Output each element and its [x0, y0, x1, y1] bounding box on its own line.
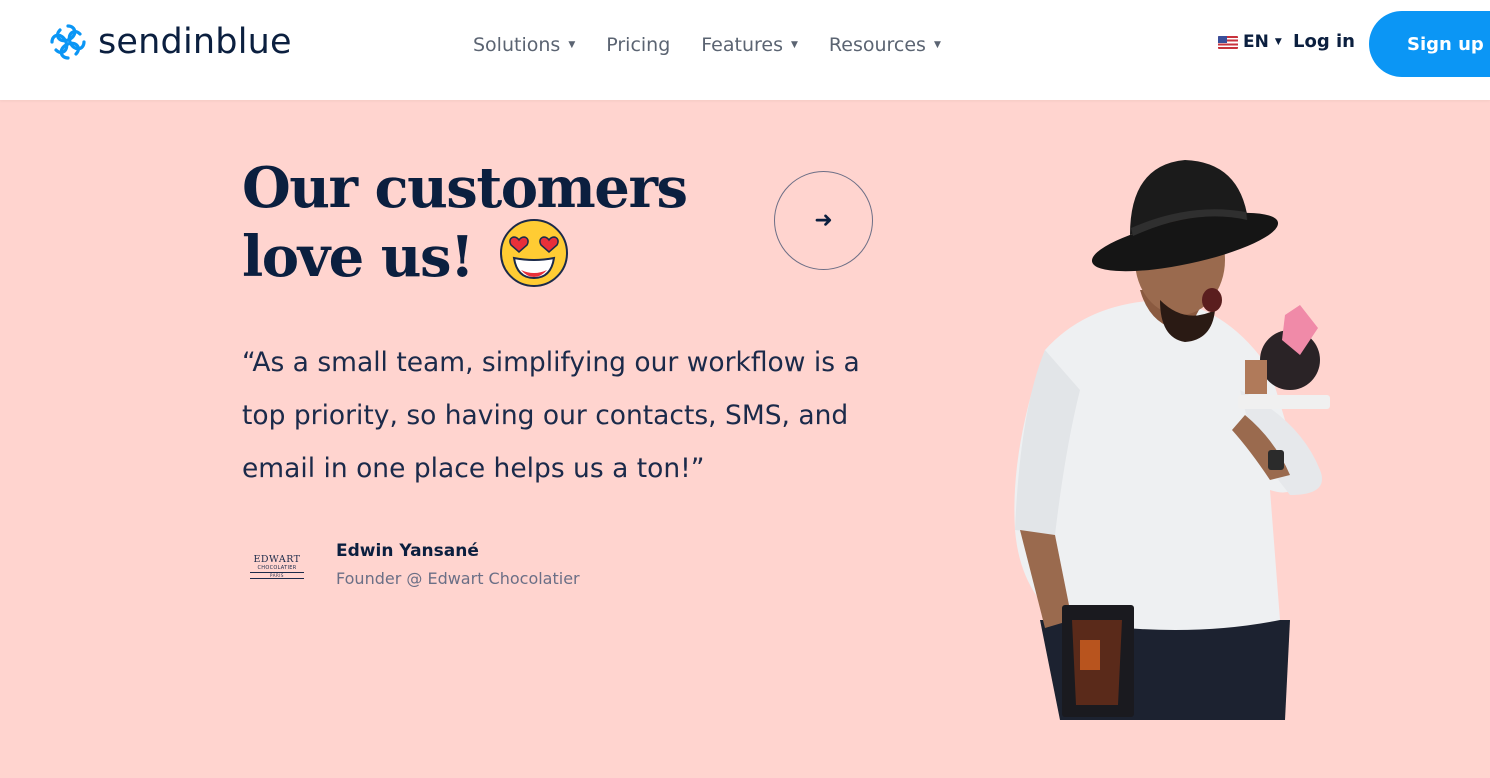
- site-header: sendinblue Solutions ▼ Pricing Features …: [0, 0, 1490, 100]
- language-label: EN: [1243, 32, 1269, 52]
- signup-button[interactable]: Sign up free: [1369, 11, 1490, 77]
- logo-text: sendinblue: [98, 22, 292, 62]
- nav-pricing-label: Pricing: [606, 34, 671, 56]
- next-testimonial-button[interactable]: ➜: [774, 171, 873, 270]
- signup-clip: Sign up free: [1369, 11, 1490, 77]
- signup-label: Sign up free: [1407, 33, 1490, 55]
- language-selector[interactable]: EN ▼: [1218, 32, 1282, 52]
- nav-resources[interactable]: Resources ▼: [829, 34, 941, 56]
- sendinblue-logo[interactable]: sendinblue: [48, 20, 292, 64]
- main-nav: Solutions ▼ Pricing Features ▼ Resources…: [473, 30, 941, 60]
- author-name: Edwin Yansané: [336, 541, 479, 561]
- logo-line-2: CHOCOLATIER: [257, 565, 297, 571]
- caret-down-icon: ▼: [568, 40, 576, 50]
- logo-line-3: PARIS: [250, 572, 304, 579]
- testimonial-quote: “As a small team, simplifying our workfl…: [242, 347, 860, 484]
- edwart-logo: EDWART CHOCOLATIER PARIS: [248, 554, 306, 580]
- nav-solutions[interactable]: Solutions ▼: [473, 34, 575, 56]
- headline-line-1: Our customers: [242, 155, 688, 221]
- nav-resources-label: Resources: [828, 34, 926, 56]
- nav-solutions-label: Solutions: [473, 34, 561, 56]
- login-link[interactable]: Log in: [1293, 31, 1355, 52]
- nav-pricing[interactable]: Pricing: [606, 34, 670, 56]
- sendinblue-logo-icon: [50, 24, 86, 60]
- customer-photo: [1014, 160, 1330, 720]
- caret-down-icon: ▼: [790, 40, 798, 50]
- arrow-right-icon: ➜: [814, 208, 833, 233]
- page-title: Our customers love us!: [242, 158, 712, 288]
- nav-features-label: Features: [701, 34, 783, 56]
- headline-line-2: love us!: [242, 224, 475, 290]
- us-flag-icon: [1218, 35, 1238, 49]
- heart-eyes-emoji-icon: [500, 219, 569, 287]
- caret-down-icon: ▼: [933, 40, 941, 50]
- nav-features[interactable]: Features ▼: [701, 34, 798, 56]
- caret-down-icon: ▼: [1274, 37, 1282, 47]
- logo-line-1: EDWART: [253, 554, 301, 565]
- author-role: Founder @ Edwart Chocolatier: [336, 569, 580, 588]
